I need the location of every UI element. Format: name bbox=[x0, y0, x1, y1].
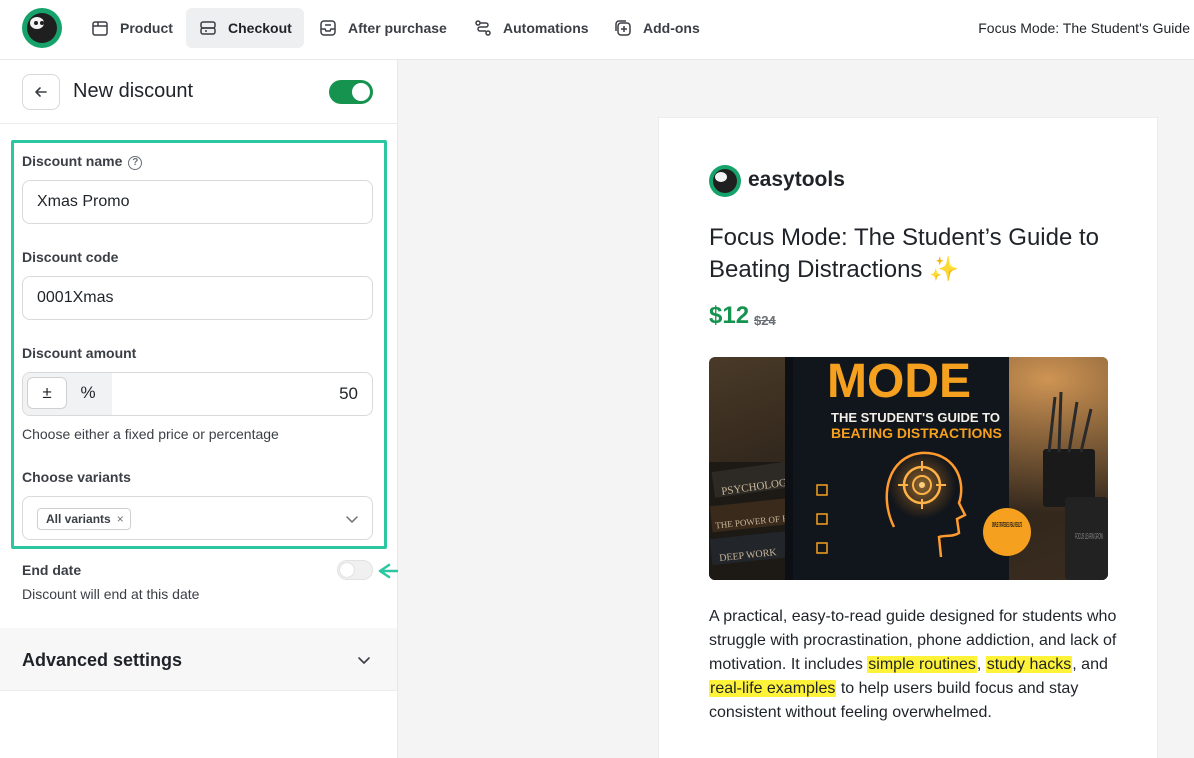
tab-checkout[interactable]: Checkout bbox=[186, 8, 304, 48]
cover-badge: SIMPLE STRATEGIES. REAL RESULTS bbox=[992, 522, 1022, 529]
tab-automations[interactable]: Automations bbox=[461, 8, 601, 48]
top-nav: Product Checkout After purchase Automati… bbox=[0, 0, 1194, 60]
sparkles-icon: ✨ bbox=[929, 256, 959, 283]
highlight-study-hacks: study hacks bbox=[985, 656, 1073, 673]
highlight-simple-routines: simple routines bbox=[867, 656, 977, 673]
discount-name-label: Discount name? bbox=[22, 153, 143, 170]
preview-card: easytools Focus Mode: The Student’s Guid… bbox=[659, 118, 1157, 758]
preview-old-price: $24 bbox=[754, 313, 776, 328]
percentage-button[interactable]: % bbox=[68, 377, 108, 409]
checkout-icon bbox=[200, 21, 216, 35]
preview-product-title: Focus Mode: The Student’s Guide to Beati… bbox=[709, 224, 1100, 283]
variant-chip: All variants × bbox=[37, 508, 131, 530]
advanced-settings-label: Advanced settings bbox=[22, 650, 183, 670]
tab-add-ons-label: Add-ons bbox=[643, 20, 700, 36]
mug-text: FOCUS LEARN GROW bbox=[1075, 532, 1103, 541]
product-title: Focus Mode: The Student's Guide bbox=[978, 20, 1190, 36]
product-description: A practical, easy-to-read guide designed… bbox=[709, 608, 1117, 721]
tab-product[interactable]: Product bbox=[78, 8, 185, 48]
chevron-down-icon[interactable] bbox=[356, 652, 372, 668]
variants-select[interactable]: All variants × bbox=[22, 496, 373, 540]
product-cover-image: PSYCHOLOGY THE POWER OF HABIT DEEP WORK … bbox=[709, 357, 1108, 580]
cover-title: MODE bbox=[827, 357, 971, 408]
sloth-logo-icon[interactable] bbox=[22, 8, 62, 48]
advanced-settings-section[interactable]: Advanced settings bbox=[0, 628, 397, 691]
remove-chip-icon[interactable]: × bbox=[117, 512, 124, 526]
tab-after-purchase[interactable]: After purchase bbox=[306, 8, 459, 48]
discount-name-value: Xmas Promo bbox=[37, 193, 130, 210]
amount-hint: Choose either a fixed price or percentag… bbox=[22, 426, 279, 442]
tab-automations-label: Automations bbox=[503, 20, 589, 36]
panel-header: New discount bbox=[0, 60, 397, 124]
tab-checkout-label: Checkout bbox=[228, 20, 292, 36]
arrow-left-icon bbox=[35, 87, 47, 97]
discount-code-value: 0001Xmas bbox=[37, 289, 114, 306]
end-date-label: End date bbox=[22, 562, 82, 578]
brand-name: easytools bbox=[748, 168, 845, 191]
end-date-toggle[interactable] bbox=[337, 560, 373, 580]
amount-input[interactable]: 50 bbox=[339, 384, 358, 404]
tab-after-purchase-label: After purchase bbox=[348, 20, 447, 36]
highlight-real-life-examples: real-life examples bbox=[709, 680, 837, 697]
cover-subtitle-2: BEATING DISTRACTIONS bbox=[831, 425, 1002, 441]
discount-code-label: Discount code bbox=[22, 249, 119, 265]
plus-square-icon bbox=[615, 20, 631, 36]
variants-label: Choose variants bbox=[22, 469, 131, 485]
book-cover-illustration: PSYCHOLOGY THE POWER OF HABIT DEEP WORK … bbox=[709, 357, 1108, 580]
tab-add-ons[interactable]: Add-ons bbox=[601, 8, 712, 48]
tab-product-label: Product bbox=[120, 20, 173, 36]
discount-name-input[interactable]: Xmas Promo bbox=[22, 180, 373, 224]
amount-type-switch: ± % bbox=[23, 373, 112, 415]
box-icon bbox=[92, 21, 108, 36]
brand-logo-icon bbox=[709, 165, 741, 197]
end-date-hint: Discount will end at this date bbox=[22, 586, 200, 602]
help-icon[interactable]: ? bbox=[128, 155, 143, 170]
automation-icon bbox=[475, 20, 491, 36]
discount-enabled-toggle[interactable] bbox=[329, 80, 373, 104]
discount-amount-field: ± % 50 bbox=[22, 372, 373, 416]
checkout-preview: easytools Focus Mode: The Student’s Guid… bbox=[398, 60, 1194, 758]
discount-panel: New discount Discount name? Xmas Promo D… bbox=[0, 60, 487, 758]
cover-subtitle-1: THE STUDENT'S GUIDE TO bbox=[831, 410, 1000, 425]
inbox-icon bbox=[320, 20, 336, 36]
variant-chip-label: All variants bbox=[46, 512, 111, 526]
discount-amount-label: Discount amount bbox=[22, 345, 137, 361]
preview-price: $12 bbox=[709, 302, 750, 329]
page-title: New discount bbox=[73, 80, 194, 102]
chevron-down-icon[interactable] bbox=[344, 511, 360, 527]
fixed-amount-button[interactable]: ± bbox=[27, 377, 67, 409]
discount-code-input[interactable]: 0001Xmas bbox=[22, 276, 373, 320]
back-button[interactable] bbox=[22, 74, 60, 110]
